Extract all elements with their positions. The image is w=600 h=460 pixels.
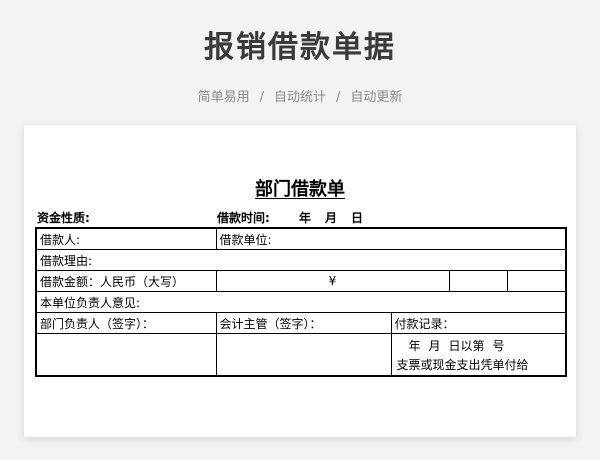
borrower-field[interactable]: 借款人: [35, 227, 217, 250]
table-row: 借款金额：人民币（大写） ¥ [35, 270, 567, 292]
borrower-unit-field[interactable]: 借款单位: [215, 227, 567, 250]
loan-form-sheet: 部门借款单 资金性质: 借款时间: 年月日 借款人: 借款单位: 借款理由: 借… [24, 125, 576, 437]
date-month-label: 月 [325, 211, 338, 225]
dept-head-sign-label: 部门负责人（签字）： [35, 312, 217, 334]
table-row: 借款人: 借款单位: [35, 227, 567, 250]
payment-date-line: 年月日以第号 [395, 334, 563, 355]
table-row: 年月日以第号 支票或现金支出凭单付给 [35, 333, 567, 377]
tag-separator: / [336, 90, 341, 105]
accounting-head-sign-label: 会计主管（签字）： [215, 312, 392, 334]
loan-date: 年月日 [299, 209, 377, 226]
payment-year-label: 年 [408, 339, 421, 353]
date-day-label: 日 [351, 211, 364, 225]
loan-form-table: 借款人: 借款单位: 借款理由: 借款金额：人民币（大写） ¥ 本单位负责人意见… [35, 227, 568, 377]
date-year-label: 年 [299, 211, 312, 225]
subtitle-tags: 简单易用 / 自动统计 / 自动更新 [0, 86, 600, 105]
loan-amount-field[interactable]: 借款金额：人民币（大写） [35, 270, 217, 292]
tag-item: 简单易用 [197, 90, 250, 105]
payment-number-label: 号 [492, 339, 505, 353]
tag-separator: / [259, 90, 264, 105]
tag-item: 自动统计 [273, 90, 326, 105]
payment-record-label: 付款记录： [390, 312, 567, 334]
payment-day-label: 日以第 [448, 339, 485, 353]
form-title: 部门借款单 [255, 179, 345, 200]
payment-record-area[interactable]: 年月日以第号 支票或现金支出凭单付给 [390, 333, 567, 377]
unit-head-opinion-field[interactable]: 本单位负责人意见: [35, 291, 567, 313]
amount-extra-cell[interactable] [448, 270, 508, 292]
accounting-head-signature-area[interactable] [215, 333, 392, 377]
fund-nature-label: 资金性质: [37, 211, 90, 225]
table-row: 本单位负责人意见: [35, 291, 567, 313]
loan-time-label: 借款时间: [217, 211, 270, 225]
table-row: 部门负责人（签字）： 会计主管（签字）： 付款记录： [35, 312, 567, 334]
payment-month-label: 月 [428, 339, 441, 353]
dept-head-signature-area[interactable] [35, 333, 217, 377]
page-title: 报销借款单据 [204, 30, 396, 65]
yen-amount-field[interactable]: ¥ [215, 270, 450, 292]
tag-item: 自动更新 [350, 90, 403, 105]
loan-reason-field[interactable]: 借款理由: [35, 249, 567, 271]
amount-extra-cell[interactable] [506, 270, 567, 292]
table-row: 借款理由: [35, 249, 567, 271]
payment-note: 支票或现金支出凭单付给 [396, 358, 529, 372]
